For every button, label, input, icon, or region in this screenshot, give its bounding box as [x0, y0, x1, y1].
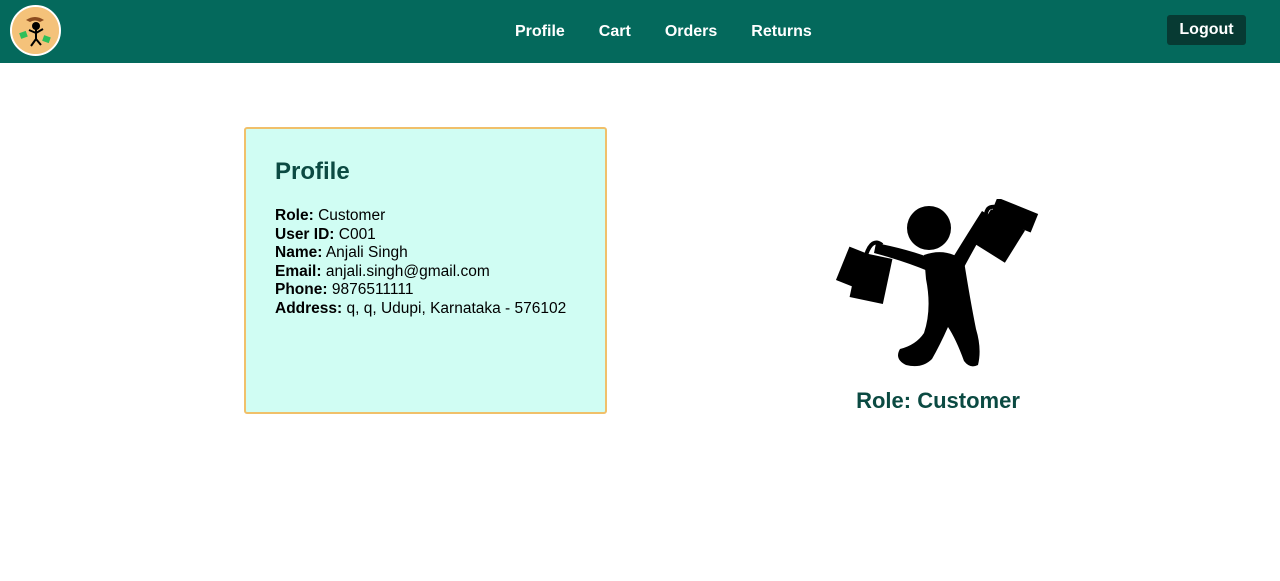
field-label: Role:	[275, 207, 314, 224]
field-label: Phone:	[275, 281, 328, 299]
profile-email-row: Email: anjali.singh@gmail.com	[275, 263, 605, 282]
shopper-logo-icon[interactable]	[10, 5, 61, 56]
field-label: Address:	[275, 299, 343, 317]
nav-profile-link[interactable]: Profile	[498, 23, 582, 41]
profile-title: Profile	[275, 158, 350, 185]
profile-phone-row: Phone: 9876511111	[275, 281, 605, 300]
nav-links: Profile Cart Orders Returns	[498, 0, 829, 63]
field-value: Anjali Singh	[325, 244, 408, 262]
field-label: Email:	[275, 262, 322, 280]
logout-button[interactable]: Logout	[1167, 15, 1246, 45]
navbar: Profile Cart Orders Returns Logout	[0, 0, 1280, 63]
nav-orders-link[interactable]: Orders	[648, 23, 734, 41]
profile-userid-row: User ID: C001	[275, 226, 605, 245]
field-value: q, q, Udupi, Karnataka - 576102	[346, 299, 567, 317]
profile-name-row: Name: Anjali Singh	[275, 244, 605, 263]
role-caption: Role: Customer	[856, 388, 1020, 413]
nav-cart-link[interactable]: Cart	[582, 23, 648, 41]
nav-returns-link[interactable]: Returns	[734, 23, 828, 41]
field-value: Customer	[318, 207, 386, 224]
field-value: 9876511111	[331, 281, 414, 299]
field-label: Name:	[275, 244, 323, 262]
field-value: C001	[338, 225, 376, 243]
profile-card: Profile Role: Customer User ID: C001 Nam…	[244, 127, 607, 414]
profile-address-row: Address: q, q, Udupi, Karnataka - 576102	[275, 300, 605, 319]
shopper-with-bags-icon	[835, 197, 1040, 371]
profile-role-row: Role: Customer	[275, 207, 605, 226]
field-label: User ID:	[275, 225, 335, 243]
field-value: anjali.singh@gmail.com	[325, 262, 490, 280]
